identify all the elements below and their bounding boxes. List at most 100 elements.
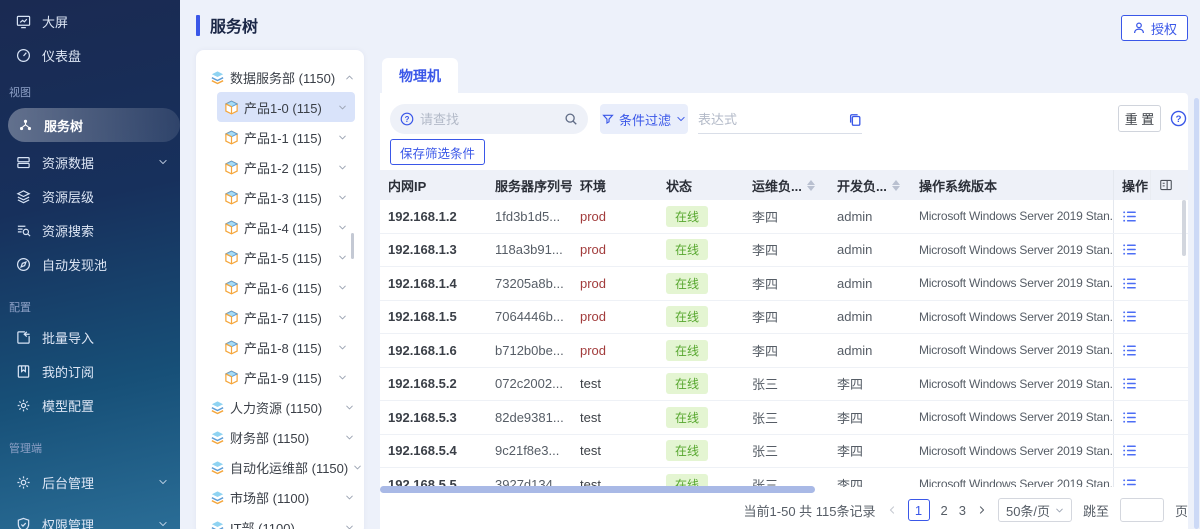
list-actions-icon[interactable]: [1122, 410, 1137, 425]
sort-icon[interactable]: [807, 180, 815, 191]
horizontal-scrollbar-thumb[interactable]: [380, 486, 815, 493]
chevron-down-icon[interactable]: [338, 223, 347, 232]
list-actions-icon[interactable]: [1122, 309, 1137, 324]
tree-node-dept[interactable]: 数据服务部 (1150): [196, 62, 364, 92]
save-filter-button[interactable]: 保存筛选条件: [390, 139, 485, 165]
table-row[interactable]: 192.168.1.5 7064446b... prod 在线 李四 admin…: [380, 301, 1188, 335]
copy-icon[interactable]: [848, 113, 862, 127]
tree-node-product[interactable]: 产品1-2 (115): [217, 152, 355, 182]
chevron-down-icon[interactable]: [345, 433, 354, 442]
page-scrollbar-thumb[interactable]: [1194, 98, 1199, 529]
sort-icon[interactable]: [892, 180, 900, 191]
chevron-down-icon[interactable]: [338, 163, 347, 172]
list-actions-icon[interactable]: [1122, 343, 1137, 358]
table-row[interactable]: 192.168.1.2 1fd3b1d5... prod 在线 李四 admin…: [380, 200, 1188, 234]
import-icon: [16, 330, 31, 345]
title-accent-bar: [196, 15, 200, 36]
cell-actions[interactable]: [1113, 368, 1150, 401]
list-actions-icon[interactable]: [1122, 443, 1137, 458]
table-row[interactable]: 192.168.5.3 82de9381... test 在线 张三 李四 Mi…: [380, 401, 1188, 435]
prev-page-icon[interactable]: [887, 505, 897, 515]
sidebar-item-resource-search[interactable]: 资源搜索: [0, 213, 180, 247]
sidebar-item-batch-import[interactable]: 批量导入: [0, 320, 180, 354]
help-circle-icon[interactable]: [1170, 110, 1187, 127]
cell-actions[interactable]: [1113, 334, 1150, 367]
search-input[interactable]: [420, 112, 558, 127]
sidebar-item-bigscreen[interactable]: 大屏: [0, 4, 180, 38]
table-row[interactable]: 192.168.1.4 73205a8b... prod 在线 李四 admin…: [380, 267, 1188, 301]
tree-node-dept[interactable]: 人力资源 (1150): [196, 392, 364, 422]
list-actions-icon[interactable]: [1122, 242, 1137, 257]
tree-node-dept[interactable]: 自动化运维部 (1150): [196, 452, 364, 482]
tree-node-product[interactable]: 产品1-3 (115): [217, 182, 355, 212]
tree-node-product[interactable]: 产品1-7 (115): [217, 302, 355, 332]
page-number-3[interactable]: 3: [959, 503, 966, 518]
chevron-down-icon[interactable]: [353, 463, 362, 472]
authorize-button[interactable]: 授权: [1121, 15, 1188, 41]
sidebar-item-dashboard[interactable]: 仪表盘: [0, 38, 180, 72]
chevron-up-icon[interactable]: [345, 73, 354, 82]
tree-scrollbar-thumb[interactable]: [351, 233, 354, 259]
search-icon[interactable]: [564, 112, 578, 126]
tree-node-product[interactable]: 产品1-4 (115): [217, 212, 355, 242]
table-row[interactable]: 192.168.1.3 118a3b91... prod 在线 李四 admin…: [380, 234, 1188, 268]
column-settings-icon[interactable]: [1159, 178, 1173, 192]
table-row[interactable]: 192.168.5.5 3927d134... test 在线 张三 李四 Mi…: [380, 468, 1188, 487]
table-row[interactable]: 192.168.5.4 9c21f8e3... test 在线 张三 李四 Mi…: [380, 435, 1188, 469]
reset-button[interactable]: 重 置: [1118, 105, 1161, 132]
expression-input[interactable]: [698, 112, 848, 127]
tree-node-product[interactable]: 产品1-8 (115): [217, 332, 355, 362]
chevron-down-icon[interactable]: [338, 343, 347, 352]
sidebar-item-permission-admin[interactable]: 权限管理: [0, 507, 180, 529]
list-actions-icon[interactable]: [1122, 276, 1137, 291]
sidebar-item-backend-admin[interactable]: 后台管理: [0, 465, 180, 499]
tree-node-dept[interactable]: 财务部 (1150): [196, 422, 364, 452]
chevron-down-icon[interactable]: [338, 253, 347, 262]
sidebar-item-resource-data[interactable]: 资源数据: [0, 145, 180, 179]
sidebar-item-model-config[interactable]: 模型配置: [0, 388, 180, 422]
tree-node-product[interactable]: 产品1-9 (115): [217, 362, 355, 392]
sidebar-item-auto-discovery[interactable]: 自动发现池: [0, 247, 180, 281]
cell-actions[interactable]: [1113, 200, 1150, 233]
tree-node-dept[interactable]: 市场部 (1100): [196, 482, 364, 512]
page-size-select[interactable]: 50条/页: [998, 498, 1072, 522]
page-number-2[interactable]: 2: [941, 503, 948, 518]
condition-filter-button[interactable]: 条件过滤: [600, 104, 688, 134]
jump-to-input[interactable]: [1120, 498, 1164, 522]
tree-node-product[interactable]: 产品1-0 (115): [217, 92, 355, 122]
chevron-down-icon[interactable]: [338, 313, 347, 322]
next-page-icon[interactable]: [977, 505, 987, 515]
cell-actions[interactable]: [1113, 435, 1150, 468]
list-actions-icon[interactable]: [1122, 209, 1137, 224]
chevron-down-icon[interactable]: [345, 403, 354, 412]
tree-node-dept[interactable]: IT部 (1100): [196, 512, 364, 529]
list-actions-icon[interactable]: [1122, 477, 1137, 487]
chevron-down-icon[interactable]: [338, 193, 347, 202]
table-row[interactable]: 192.168.1.6 b712b0be... prod 在线 李四 admin…: [380, 334, 1188, 368]
sidebar-item-subscriptions[interactable]: 我的订阅: [0, 354, 180, 388]
cell-actions[interactable]: [1113, 301, 1150, 334]
chevron-down-icon[interactable]: [345, 523, 354, 529]
tab-physical-machine[interactable]: 物理机: [382, 58, 458, 93]
cell-actions[interactable]: [1113, 267, 1150, 300]
table-scrollbar-thumb[interactable]: [1182, 200, 1186, 256]
sidebar-item-service-tree[interactable]: 服务树: [8, 108, 180, 142]
cell-actions[interactable]: [1113, 468, 1150, 487]
tree-node-product[interactable]: 产品1-6 (115): [217, 272, 355, 302]
tree-node-product[interactable]: 产品1-1 (115): [217, 122, 355, 152]
list-actions-icon[interactable]: [1122, 376, 1137, 391]
col-header-ops-owner[interactable]: 运维负...: [744, 170, 829, 200]
chevron-down-icon[interactable]: [338, 133, 347, 142]
table-row[interactable]: 192.168.5.2 072c2002... test 在线 张三 李四 Mi…: [380, 368, 1188, 402]
chevron-down-icon[interactable]: [345, 493, 354, 502]
col-header-settings[interactable]: [1150, 170, 1188, 200]
cell-actions[interactable]: [1113, 401, 1150, 434]
page-number-1[interactable]: 1: [908, 499, 930, 521]
cell-actions[interactable]: [1113, 234, 1150, 267]
tree-node-product[interactable]: 产品1-5 (115): [217, 242, 355, 272]
chevron-down-icon[interactable]: [338, 103, 347, 112]
chevron-down-icon[interactable]: [338, 373, 347, 382]
sidebar-item-resource-level[interactable]: 资源层级: [0, 179, 180, 213]
chevron-down-icon[interactable]: [338, 283, 347, 292]
col-header-dev-owner[interactable]: 开发负...: [829, 170, 911, 200]
